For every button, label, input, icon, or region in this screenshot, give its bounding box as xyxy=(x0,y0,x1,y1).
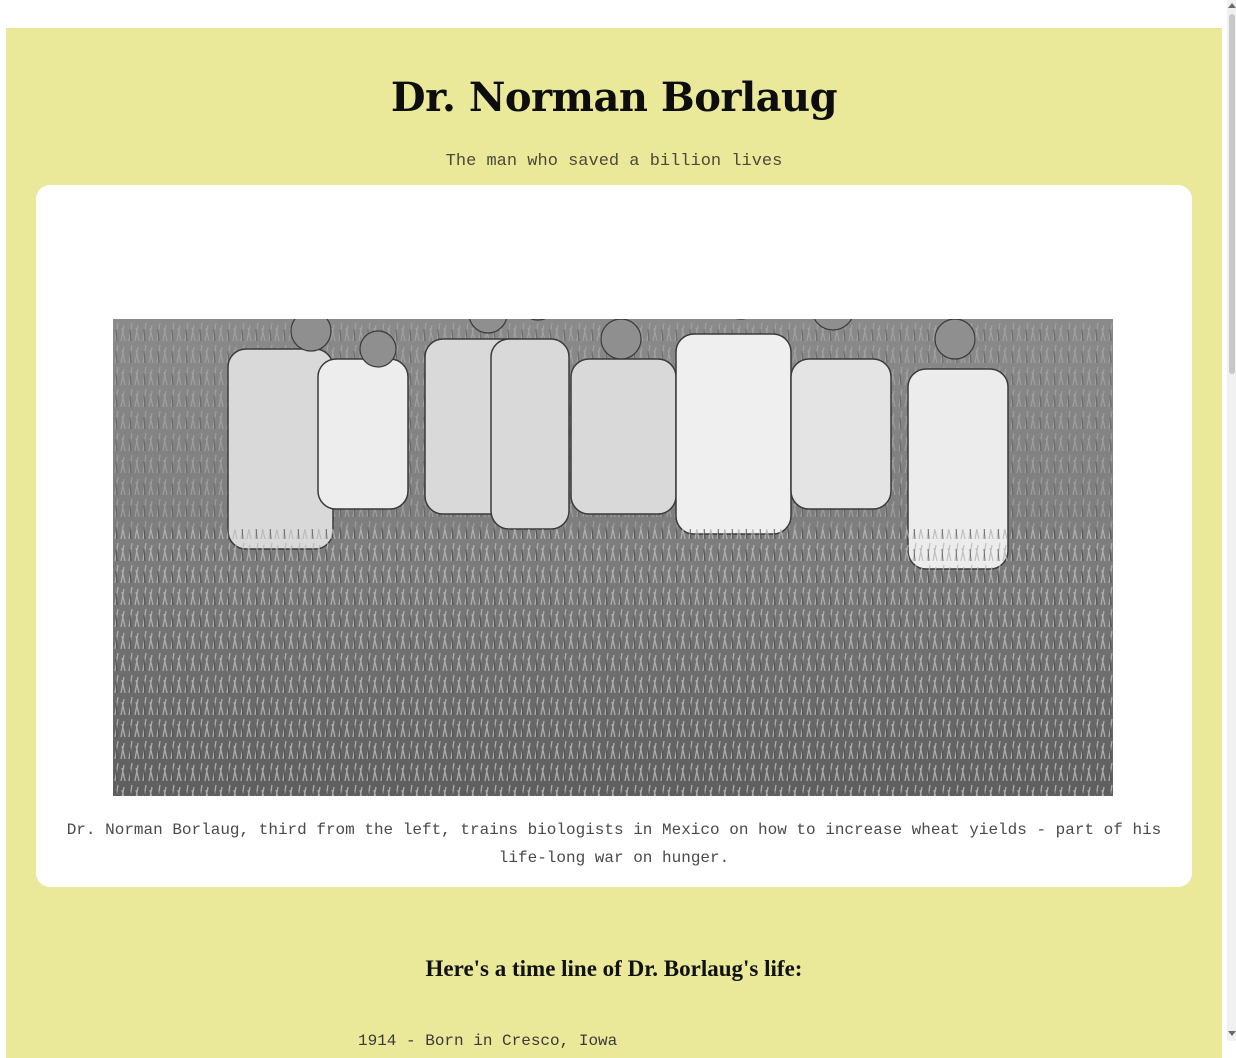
page-container: Dr. Norman Borlaug The man who saved a b… xyxy=(6,28,1222,1058)
image-caption: Dr. Norman Borlaug, third from the left,… xyxy=(66,821,1162,867)
image-card: Dr. Norman Borlaug, third from the left,… xyxy=(36,185,1192,887)
scroll-down-arrow-icon[interactable] xyxy=(1228,1031,1236,1036)
timeline-item: 1914 - Born in Cresco, Iowa xyxy=(358,1032,618,1050)
page-subtitle: The man who saved a billion lives xyxy=(445,152,783,171)
scroll-thumb[interactable] xyxy=(1229,14,1235,374)
scroll-up-arrow-icon[interactable] xyxy=(1228,3,1236,8)
timeline-heading: Here's a time line of Dr. Borlaug's life… xyxy=(425,956,803,981)
vertical-scrollbar[interactable] xyxy=(1227,0,1236,1041)
wheat-field-photo xyxy=(113,319,1113,796)
page-title: Dr. Norman Borlaug xyxy=(390,74,838,121)
